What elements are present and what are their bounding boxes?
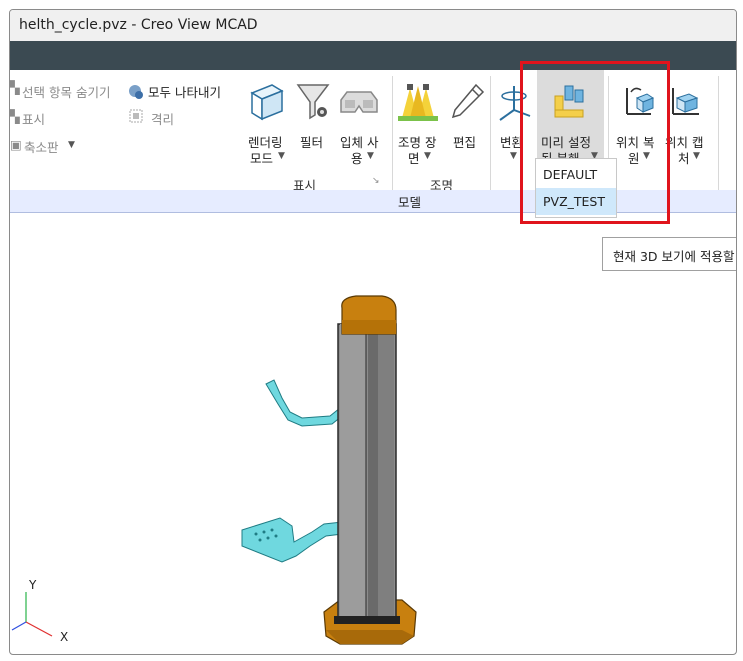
render-mode-label-2[interactable]: 모드 bbox=[250, 148, 273, 167]
light-scene-dropdown-icon[interactable]: ▼ bbox=[424, 151, 431, 161]
group-separator bbox=[490, 76, 491, 196]
render-mode-icon bbox=[250, 84, 284, 121]
capture-position-dropdown-icon[interactable]: ▼ bbox=[693, 151, 700, 161]
minimap-dropdown-icon[interactable]: ▼ bbox=[68, 140, 75, 150]
render-mode-dropdown-icon[interactable]: ▼ bbox=[278, 151, 285, 161]
show-all-icon bbox=[129, 85, 143, 99]
group-separator bbox=[718, 76, 719, 196]
show-icon: ▚ bbox=[10, 109, 20, 124]
minimap-icon: ▣ bbox=[10, 137, 22, 152]
red-highlight-box bbox=[520, 61, 670, 224]
hide-selected-button[interactable]: 선택 항목 숨기기 bbox=[22, 82, 110, 101]
group-launcher-icon[interactable]: ↘ bbox=[372, 176, 380, 186]
isolate-button[interactable]: 격리 bbox=[151, 109, 174, 128]
app-window: helth_cycle.pvz - Creo View MCAD ▚ 선택 항목… bbox=[9, 9, 737, 655]
filter-button[interactable]: 필터 bbox=[300, 132, 323, 151]
edit-pencil-icon bbox=[451, 83, 485, 119]
hide-selected-icon: ▚ bbox=[10, 80, 20, 95]
show-all-button[interactable]: 모두 나타내기 bbox=[148, 82, 221, 101]
show-button[interactable]: 표시 bbox=[22, 109, 45, 128]
group-separator bbox=[392, 76, 393, 196]
title-bar: helth_cycle.pvz - Creo View MCAD bbox=[10, 10, 736, 41]
light-scene-label-2[interactable]: 면 bbox=[408, 148, 420, 167]
stereo-dropdown-icon[interactable]: ▼ bbox=[367, 151, 374, 161]
capture-position-label-2[interactable]: 처 bbox=[678, 148, 690, 167]
3d-viewport[interactable]: Y X bbox=[10, 212, 736, 654]
filter-icon bbox=[296, 84, 330, 120]
tab-model[interactable]: 모델 bbox=[398, 192, 421, 211]
capture-position-icon bbox=[672, 88, 699, 115]
edit-button[interactable]: 편집 bbox=[453, 132, 476, 151]
stereo-glasses-icon bbox=[340, 91, 378, 113]
light-scene-icon bbox=[398, 84, 438, 121]
window-title: helth_cycle.pvz - Creo View MCAD bbox=[19, 17, 258, 33]
minimap-button[interactable]: 축소판 bbox=[24, 137, 59, 156]
axis-y-label: Y bbox=[29, 578, 37, 592]
isolate-icon bbox=[129, 109, 143, 123]
axis-x-label: X bbox=[60, 630, 69, 644]
transform-dropdown-icon[interactable]: ▼ bbox=[510, 151, 517, 161]
stereo-label-2[interactable]: 용 bbox=[351, 148, 363, 167]
model-render bbox=[11, 295, 417, 645]
